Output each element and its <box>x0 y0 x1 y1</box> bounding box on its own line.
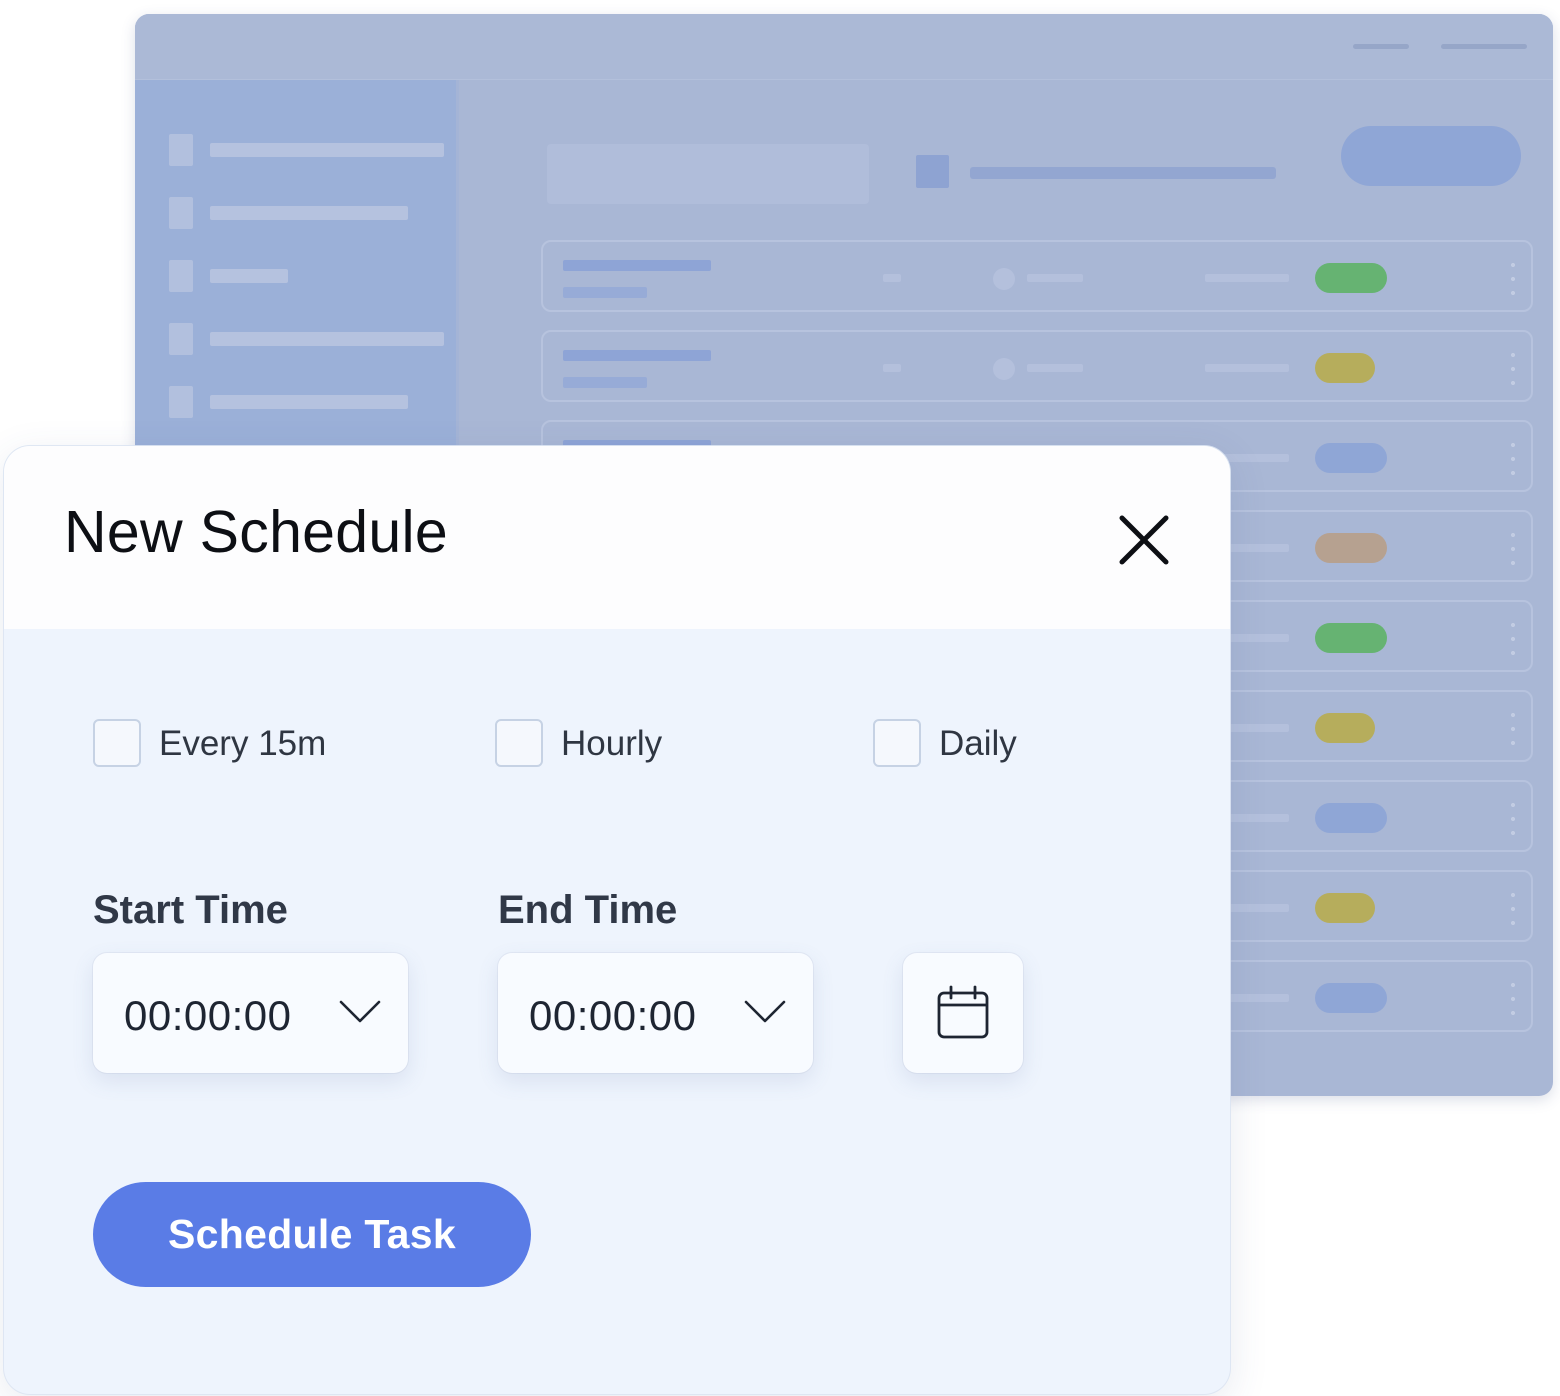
background-row-placeholder <box>883 364 901 372</box>
close-button[interactable] <box>1112 508 1176 572</box>
background-more-icon <box>1511 618 1515 658</box>
background-row-placeholder <box>563 377 647 388</box>
background-search-box <box>547 144 869 204</box>
background-row-placeholder <box>1205 274 1289 282</box>
background-row-placeholder <box>993 358 1015 380</box>
background-more-icon <box>1511 528 1515 568</box>
background-more-icon <box>1511 348 1515 388</box>
schedule-task-button[interactable]: Schedule Task <box>93 1182 531 1287</box>
start-time-label: Start Time <box>93 888 288 932</box>
background-row-placeholder <box>563 260 711 271</box>
start-time-value: 00:00:00 <box>124 992 292 1039</box>
background-list-row <box>541 330 1533 402</box>
hourly-checkbox[interactable] <box>495 719 543 767</box>
background-filter-label <box>970 167 1276 179</box>
background-more-icon <box>1511 708 1515 748</box>
dialog-title: New Schedule <box>64 499 449 565</box>
background-more-icon <box>1511 258 1515 298</box>
end-time-value: 00:00:00 <box>529 992 697 1039</box>
background-topbar-line <box>1441 44 1527 49</box>
chevron-down-icon <box>339 1000 381 1023</box>
background-row-placeholder <box>883 274 901 282</box>
background-status-pill <box>1315 263 1387 293</box>
background-status-pill <box>1315 443 1387 473</box>
end-time-select[interactable]: 00:00:00 <box>498 953 813 1073</box>
background-topbar <box>135 14 1553 80</box>
calendar-button[interactable] <box>903 953 1023 1073</box>
daily-label: Daily <box>939 723 1017 763</box>
end-time-label: End Time <box>498 888 678 932</box>
background-more-icon <box>1511 438 1515 478</box>
daily-checkbox[interactable] <box>873 719 921 767</box>
calendar-icon <box>937 985 989 1039</box>
background-status-pill <box>1315 353 1375 383</box>
new-schedule-dialog: New Schedule Every 15m Hourly Daily Star… <box>4 446 1230 1394</box>
background-filter-icon <box>916 155 949 188</box>
every-15m-checkbox[interactable] <box>93 719 141 767</box>
background-row-placeholder <box>1027 364 1083 372</box>
background-list-row <box>541 240 1533 312</box>
option-hourly[interactable]: Hourly <box>495 718 662 768</box>
close-icon <box>1119 515 1169 565</box>
background-status-pill <box>1315 713 1375 743</box>
dialog-header: New Schedule <box>4 446 1230 629</box>
chevron-down-icon <box>744 1000 786 1023</box>
start-time-select[interactable]: 00:00:00 <box>93 953 408 1073</box>
every-15m-label: Every 15m <box>159 723 327 763</box>
background-topbar-line <box>1353 44 1409 49</box>
background-primary-button <box>1341 126 1521 186</box>
background-more-icon <box>1511 978 1515 1018</box>
background-row-placeholder <box>1205 364 1289 372</box>
background-row-placeholder <box>1027 274 1083 282</box>
background-row-placeholder <box>993 268 1015 290</box>
background-status-pill <box>1315 983 1387 1013</box>
background-status-pill <box>1315 893 1375 923</box>
background-more-icon <box>1511 798 1515 838</box>
background-status-pill <box>1315 533 1387 563</box>
option-every-15m[interactable]: Every 15m <box>93 718 326 768</box>
hourly-label: Hourly <box>561 723 663 763</box>
background-status-pill <box>1315 803 1387 833</box>
background-status-pill <box>1315 623 1387 653</box>
background-row-placeholder <box>563 350 711 361</box>
background-more-icon <box>1511 888 1515 928</box>
option-daily[interactable]: Daily <box>873 718 1017 768</box>
background-row-placeholder <box>563 287 647 298</box>
